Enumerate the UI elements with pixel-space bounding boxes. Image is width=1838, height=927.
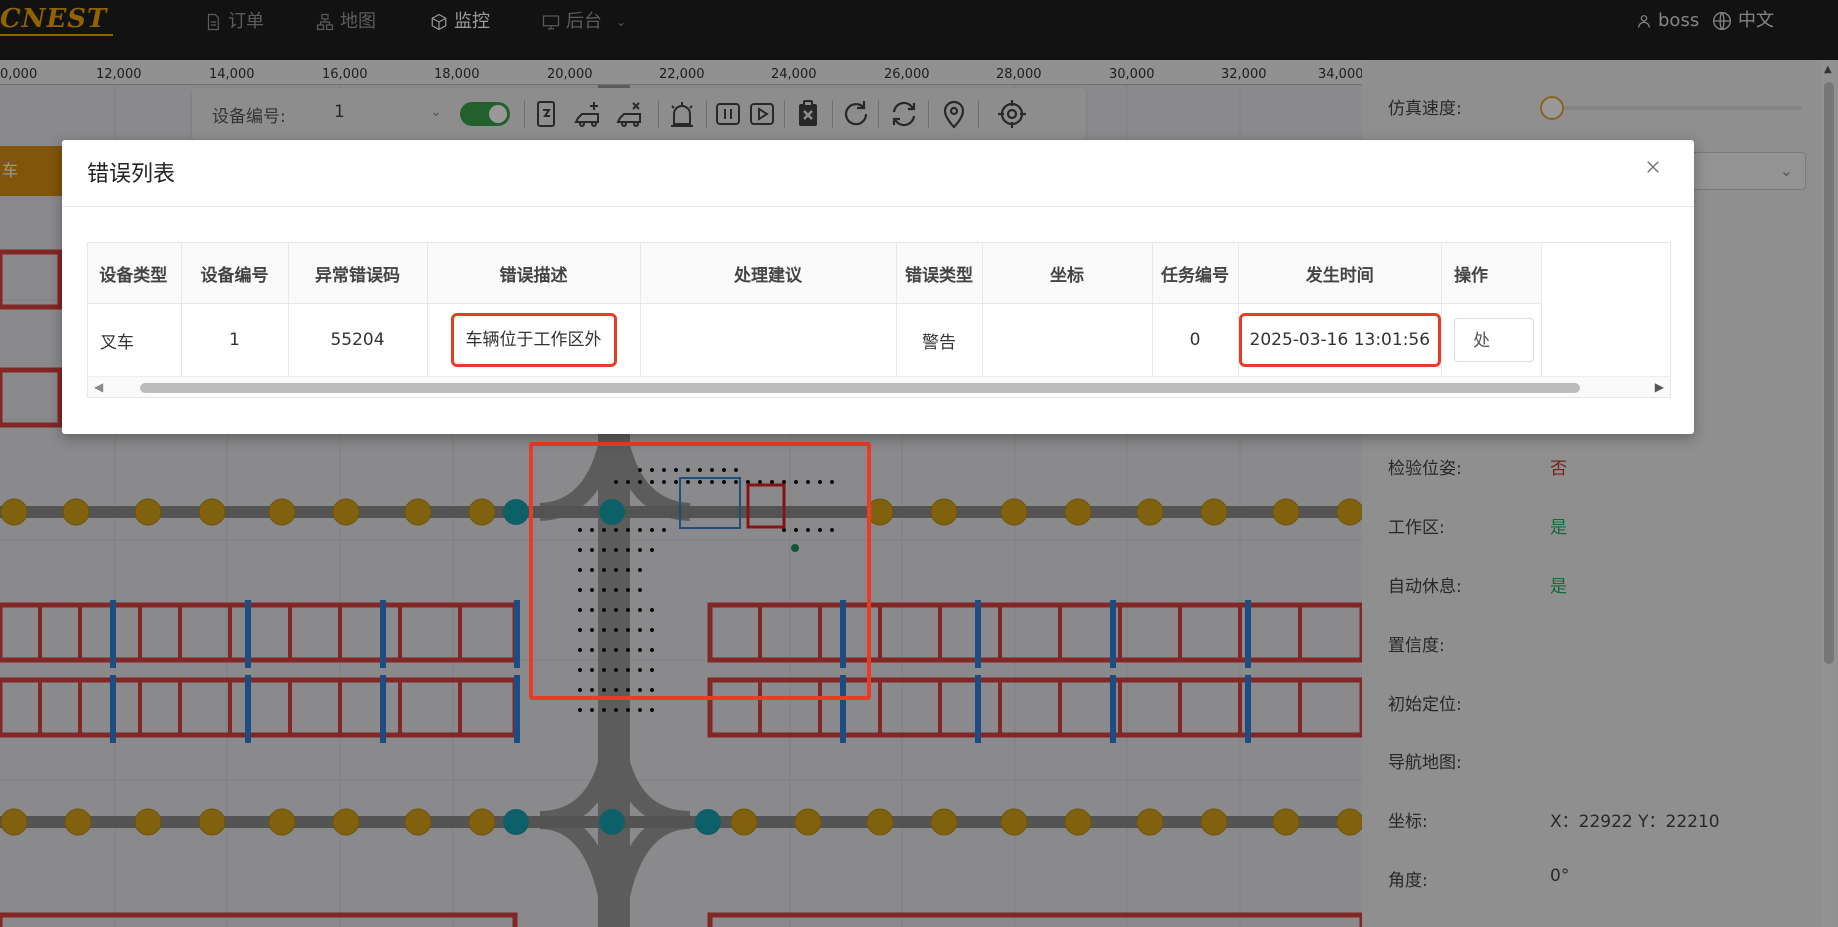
description-highlight: 车辆位于工作区外 bbox=[450, 313, 617, 367]
col-header: 坐标 bbox=[982, 243, 1153, 304]
cell-device-type: 叉车 bbox=[88, 303, 182, 376]
col-header: 设备类型 bbox=[88, 243, 182, 304]
col-header: 处理建议 bbox=[640, 243, 897, 304]
cell-task-no: 0 bbox=[1152, 303, 1239, 376]
cell-coordinate bbox=[982, 303, 1153, 376]
cell-suggestion bbox=[640, 303, 897, 376]
error-table: 设备类型 设备编号 异常错误码 错误描述 处理建议 错误类型 坐标 任务编号 发… bbox=[87, 242, 1671, 398]
col-header: 操作 bbox=[1441, 243, 1543, 304]
col-header: 任务编号 bbox=[1152, 243, 1239, 304]
close-button[interactable] bbox=[1644, 158, 1668, 182]
error-table-grid: 设备类型 设备编号 异常错误码 错误描述 处理建议 错误类型 坐标 任务编号 发… bbox=[88, 243, 1543, 376]
col-header: 错误类型 bbox=[896, 243, 983, 304]
col-header: 错误描述 bbox=[427, 243, 641, 304]
scroll-left-icon[interactable]: ◀ bbox=[94, 380, 103, 394]
cell-time: 2025-03-16 13:01:56 bbox=[1238, 303, 1443, 376]
table-header-row: 设备类型 设备编号 异常错误码 错误描述 处理建议 错误类型 坐标 任务编号 发… bbox=[88, 243, 1543, 304]
table-row[interactable]: 叉车 1 55204 车辆位于工作区外 警告 0 2025-03-16 13:0… bbox=[88, 303, 1543, 376]
cell-action: 处 bbox=[1441, 303, 1543, 376]
table-hscroll-thumb[interactable] bbox=[140, 383, 1580, 393]
cell-error-type: 警告 bbox=[896, 303, 983, 376]
col-header: 发生时间 bbox=[1238, 243, 1443, 304]
handle-button[interactable]: 处 bbox=[1454, 318, 1535, 362]
dialog-title: 错误列表 bbox=[87, 162, 176, 187]
cell-description: 车辆位于工作区外 bbox=[427, 303, 641, 376]
error-list-dialog: 错误列表 设备类型 设备编号 异常错误码 错误描述 处理建议 错误类型 坐标 任… bbox=[62, 140, 1694, 434]
dialog-divider bbox=[62, 206, 1694, 207]
close-icon bbox=[1647, 161, 1659, 173]
cell-device-no: 1 bbox=[181, 303, 289, 376]
time-highlight: 2025-03-16 13:01:56 bbox=[1238, 313, 1441, 367]
cell-error-code: 55204 bbox=[288, 303, 428, 376]
out-of-area-highlight bbox=[529, 442, 871, 700]
scroll-right-icon[interactable]: ▶ bbox=[1655, 380, 1664, 394]
table-hscrollbar[interactable]: ◀ ▶ bbox=[88, 376, 1670, 397]
col-header: 异常错误码 bbox=[288, 243, 428, 304]
col-header: 设备编号 bbox=[181, 243, 289, 304]
